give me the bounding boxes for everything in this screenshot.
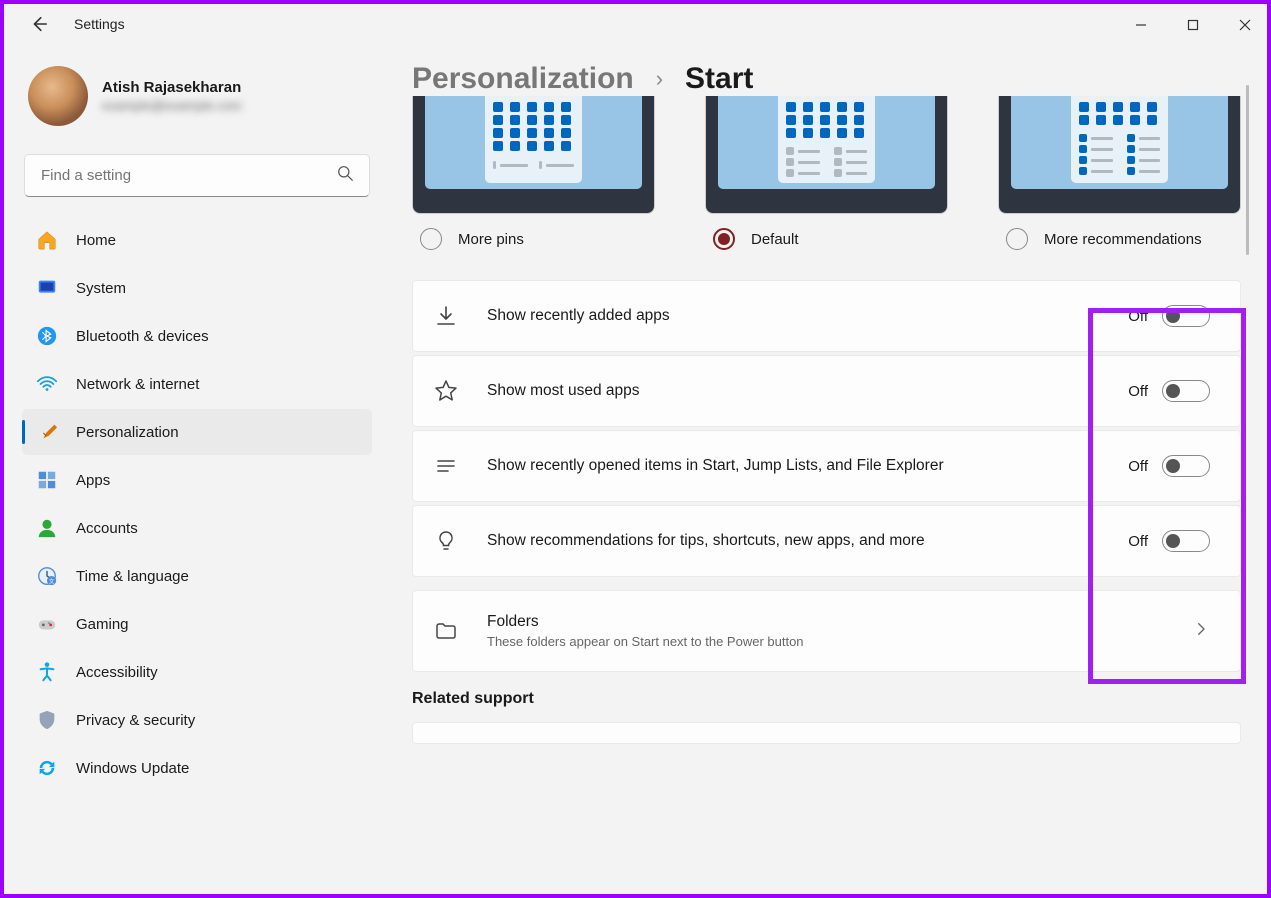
nav-time[interactable]: 文 Time & language [22, 553, 372, 599]
nav-label: Network & internet [76, 376, 199, 393]
setting-recommendations: Show recommendations for tips, shortcuts… [412, 505, 1241, 577]
nav-bluetooth[interactable]: Bluetooth & devices [22, 313, 372, 359]
apps-icon [36, 469, 58, 491]
gamepad-icon [36, 613, 58, 635]
nav-label: Home [76, 232, 116, 249]
nav-update[interactable]: Windows Update [22, 745, 372, 791]
radio-label: Default [751, 231, 799, 248]
user-name: Atish Rajasekharan [102, 79, 242, 96]
toggle-state: Off [1128, 308, 1148, 325]
setting-title: Show recently added apps [487, 307, 1100, 325]
layout-preview-more-pins[interactable] [412, 96, 655, 214]
app-title: Settings [74, 16, 125, 32]
setting-recent-items: Show recently opened items in Start, Jum… [412, 430, 1241, 502]
avatar [28, 66, 88, 126]
scrollbar-track [1245, 85, 1249, 878]
nav-accounts[interactable]: Accounts [22, 505, 372, 551]
nav-label: Personalization [76, 424, 179, 441]
nav-label: Accessibility [76, 664, 158, 681]
close-button[interactable] [1219, 6, 1271, 44]
radio-default[interactable] [713, 228, 735, 250]
maximize-button[interactable] [1167, 6, 1219, 44]
wifi-icon [36, 373, 58, 395]
search-input[interactable] [24, 154, 370, 197]
sidebar: Atish Rajasekharan example@example.com H… [22, 48, 382, 896]
nav-home[interactable]: Home [22, 217, 372, 263]
setting-recently-added: Show recently added apps Off [412, 280, 1241, 352]
back-button[interactable] [30, 14, 50, 34]
nav-accessibility[interactable]: Accessibility [22, 649, 372, 695]
nav-label: Time & language [76, 568, 189, 585]
scrollbar-thumb[interactable] [1246, 85, 1249, 255]
list-icon [433, 453, 459, 479]
related-support-heading: Related support [412, 690, 1241, 708]
nav-label: Accounts [76, 520, 138, 537]
setting-subtitle: These folders appear on Start next to th… [487, 634, 1164, 649]
toggle-recommendations[interactable] [1162, 530, 1210, 552]
toggle-state: Off [1128, 458, 1148, 475]
accessibility-icon [36, 661, 58, 683]
star-icon [433, 378, 459, 404]
folders-row[interactable]: Folders These folders appear on Start ne… [412, 590, 1241, 672]
nav-privacy[interactable]: Privacy & security [22, 697, 372, 743]
chevron-right-icon [1192, 620, 1210, 643]
nav-network[interactable]: Network & internet [22, 361, 372, 407]
setting-title: Show most used apps [487, 382, 1100, 400]
nav-apps[interactable]: Apps [22, 457, 372, 503]
radio-label: More recommendations [1044, 231, 1202, 248]
download-icon [433, 303, 459, 329]
radio-more-pins[interactable] [420, 228, 442, 250]
profile-card[interactable]: Atish Rajasekharan example@example.com [22, 48, 372, 140]
page-title: Start [685, 62, 753, 96]
related-support-card[interactable] [412, 722, 1241, 744]
layout-preview-default[interactable] [705, 96, 948, 214]
breadcrumb: Personalization › Start [412, 62, 1241, 96]
nav-label: Apps [76, 472, 110, 489]
toggle-state: Off [1128, 383, 1148, 400]
folder-icon [433, 618, 459, 644]
setting-title: Show recently opened items in Start, Jum… [487, 457, 1100, 475]
radio-label: More pins [458, 231, 524, 248]
system-icon [36, 277, 58, 299]
toggle-most-used[interactable] [1162, 380, 1210, 402]
svg-text:文: 文 [49, 577, 55, 585]
home-icon [36, 229, 58, 251]
setting-most-used: Show most used apps Off [412, 355, 1241, 427]
nav-label: Bluetooth & devices [76, 328, 209, 345]
titlebar: Settings [0, 0, 1271, 48]
setting-title: Show recommendations for tips, shortcuts… [487, 532, 1100, 550]
layout-preview-more-rec[interactable] [998, 96, 1241, 214]
nav-gaming[interactable]: Gaming [22, 601, 372, 647]
toggle-recent-items[interactable] [1162, 455, 1210, 477]
update-icon [36, 757, 58, 779]
radio-more-recommendations[interactable] [1006, 228, 1028, 250]
nav-system[interactable]: System [22, 265, 372, 311]
bluetooth-icon [36, 325, 58, 347]
search-icon [337, 165, 354, 187]
layout-options: More pins [412, 96, 1241, 250]
clock-icon: 文 [36, 565, 58, 587]
settings-list: Show recently added apps Off Show most u… [412, 280, 1241, 672]
nav-label: Gaming [76, 616, 129, 633]
user-email: example@example.com [102, 98, 242, 113]
chevron-right-icon: › [656, 66, 663, 92]
account-icon [36, 517, 58, 539]
bulb-icon [433, 528, 459, 554]
nav-label: System [76, 280, 126, 297]
nav-label: Windows Update [76, 760, 189, 777]
main-content: Personalization › Start [382, 48, 1251, 896]
breadcrumb-parent[interactable]: Personalization [412, 62, 634, 96]
nav-label: Privacy & security [76, 712, 195, 729]
toggle-recently-added[interactable] [1162, 305, 1210, 327]
brush-icon [36, 421, 58, 443]
toggle-state: Off [1128, 533, 1148, 550]
minimize-button[interactable] [1115, 6, 1167, 44]
nav-personalization[interactable]: Personalization [22, 409, 372, 455]
nav-list: Home System Bluetooth & devices Network … [22, 215, 372, 793]
setting-title: Folders [487, 613, 1164, 631]
shield-icon [36, 709, 58, 731]
window-controls [1115, 6, 1271, 44]
